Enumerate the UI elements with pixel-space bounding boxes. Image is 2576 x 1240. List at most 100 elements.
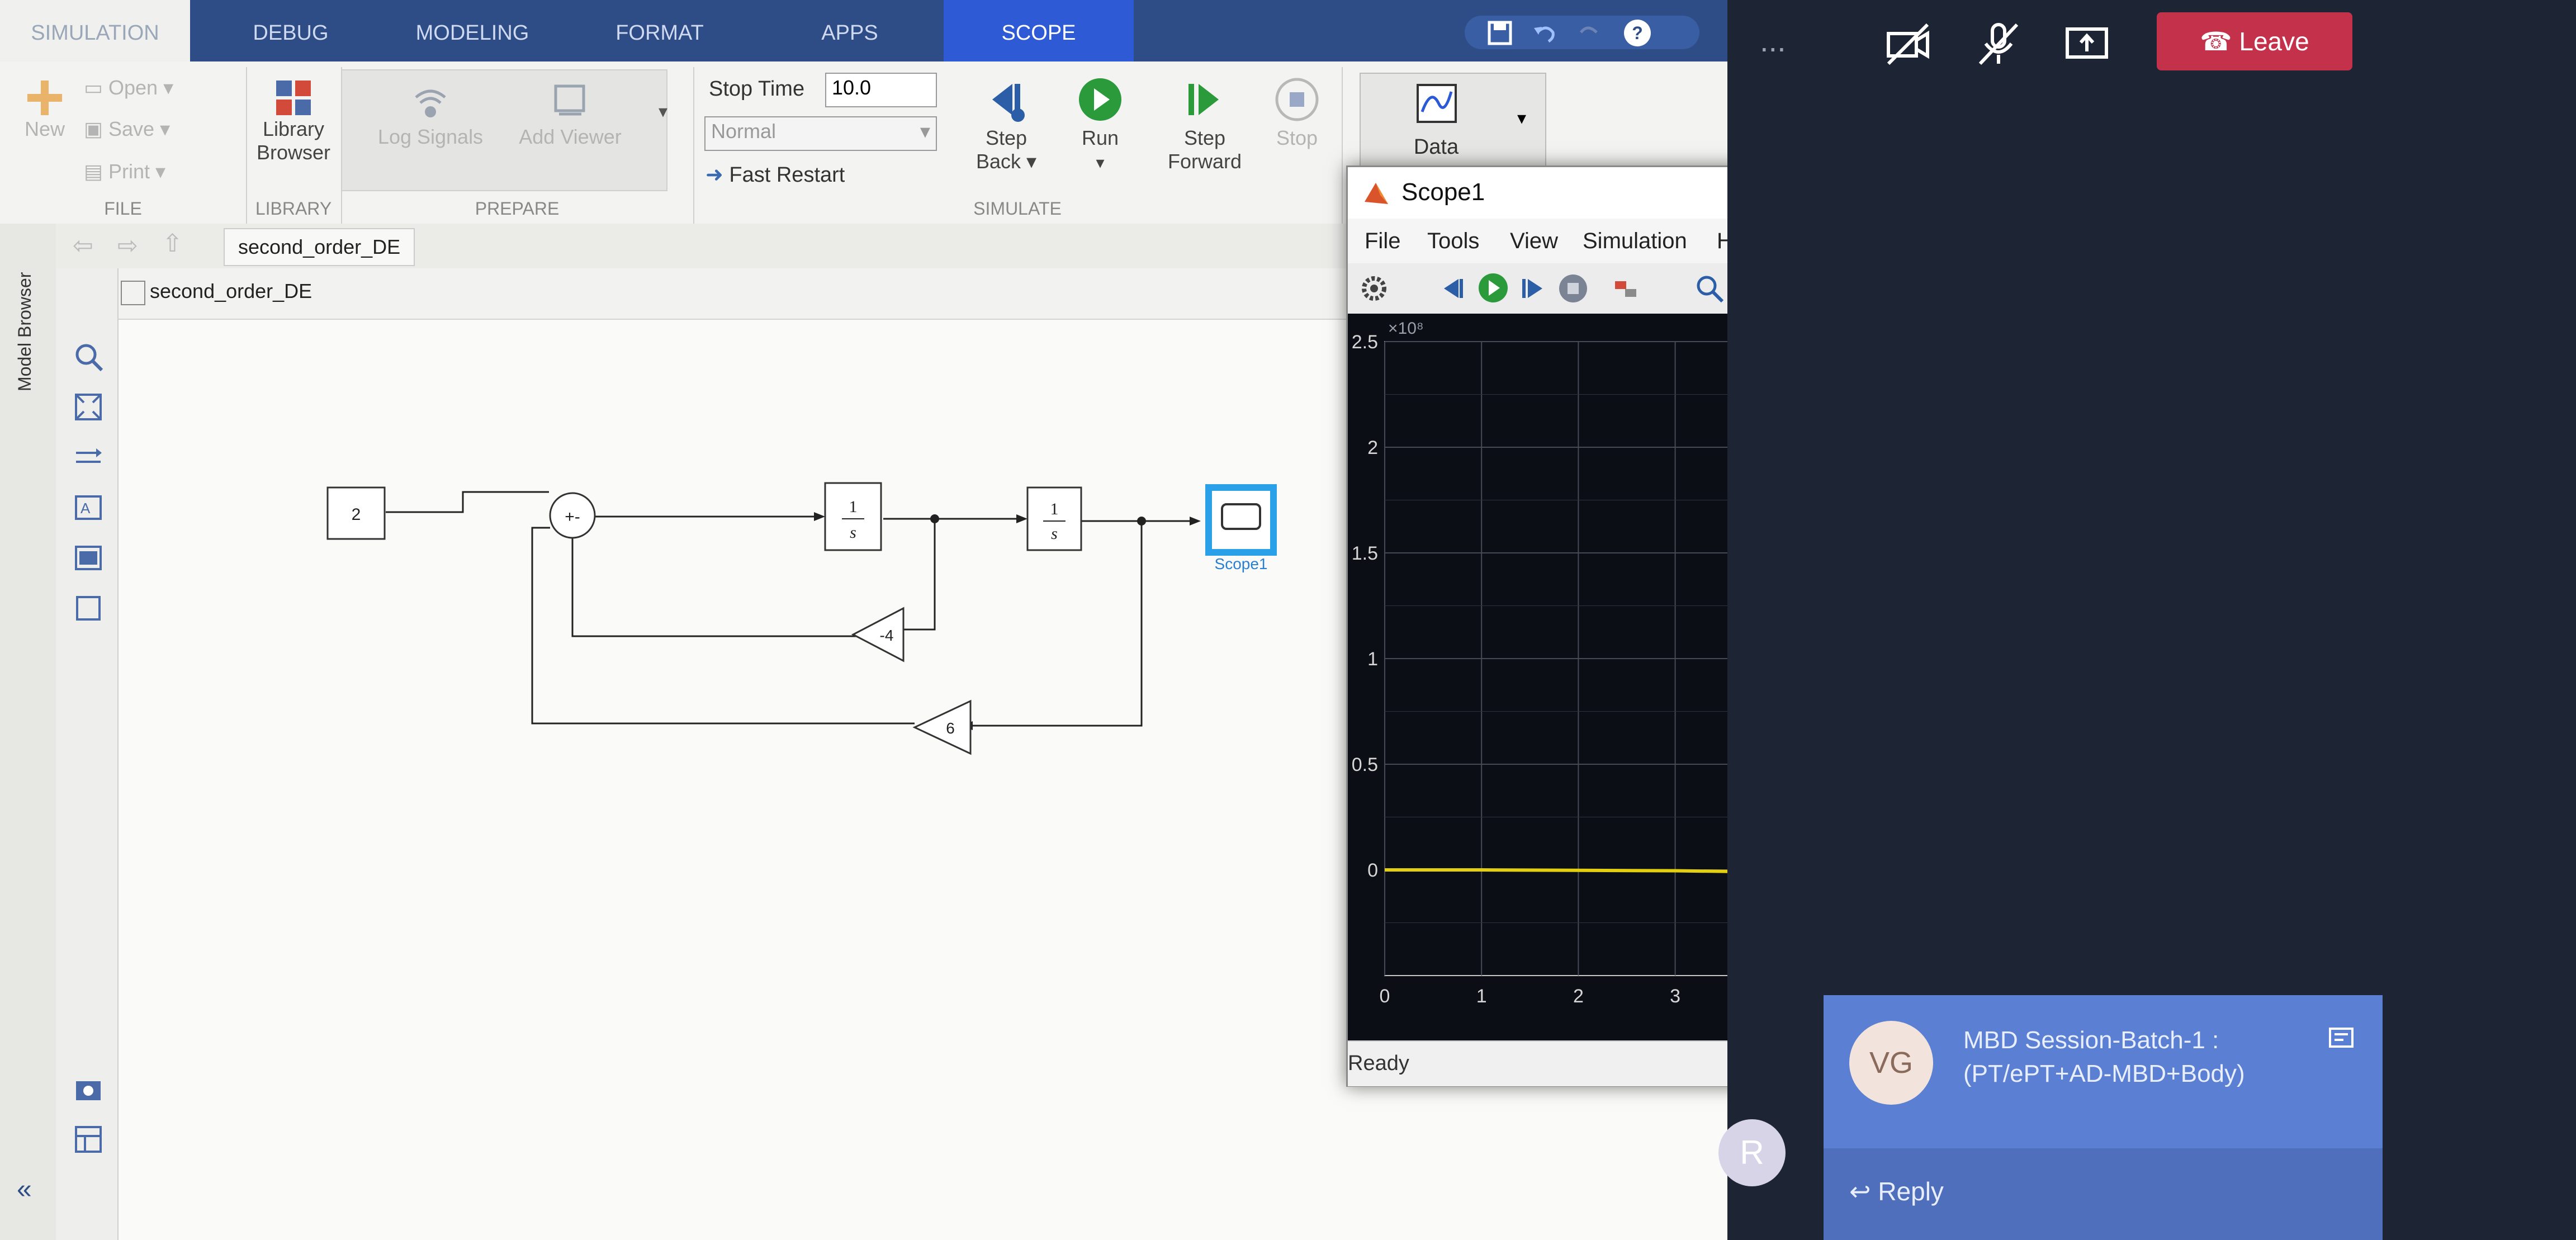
camera-off-icon[interactable]	[1883, 19, 1933, 69]
fit-to-view-icon[interactable]	[73, 391, 104, 423]
open-button[interactable]: ▭ Open ▾	[84, 76, 173, 100]
fast-restart-toggle[interactable]: ➜ Fast Restart	[705, 162, 845, 187]
reply-arrow-icon: ↩	[1849, 1177, 1878, 1206]
area-icon[interactable]	[73, 593, 104, 624]
annotation-icon[interactable]: A	[73, 492, 104, 523]
data-inspector-label: Data	[1413, 135, 1459, 159]
scope-step-back-icon[interactable]	[1437, 273, 1467, 304]
up-arrow-icon[interactable]: ⇧	[162, 229, 183, 258]
settings-gear-icon[interactable]	[1359, 273, 1389, 304]
menu-view[interactable]: View	[1510, 229, 1558, 254]
participant-avatar[interactable]: R	[1718, 1119, 1786, 1186]
scope-run-icon[interactable]	[1476, 271, 1510, 305]
menu-simulation[interactable]: Simulation	[1583, 229, 1687, 254]
x-tick-label: 1	[1476, 986, 1487, 1007]
scope-block-label: Scope1	[1215, 555, 1268, 572]
arrow-signal-icon[interactable]	[73, 442, 104, 473]
prepare-group: Log Signals Add Viewer ▾ PREPARE	[341, 67, 694, 224]
scope-step-forward-icon[interactable]	[1518, 273, 1548, 304]
step-back-icon	[992, 84, 1025, 122]
breadcrumb[interactable]: second_order_DE	[224, 228, 415, 266]
ribbon-tab-bar: SIMULATION DEBUG MODELING FORMAT APPS SC…	[0, 0, 1727, 61]
help-icon[interactable]: ?	[1622, 18, 1652, 48]
simulate-group-label: SIMULATE	[973, 198, 1062, 219]
mic-off-icon[interactable]	[1973, 19, 2024, 69]
undo-icon[interactable]	[1532, 20, 1557, 46]
reply-button[interactable]: ↩ Reply	[1849, 1176, 1944, 1206]
open-folder-icon: ▭	[84, 76, 109, 99]
constant-block[interactable]: 2	[326, 486, 386, 540]
forward-arrow-icon[interactable]: ⇨	[117, 231, 138, 260]
integrator-block-2[interactable]: 1 s	[1026, 486, 1082, 551]
add-viewer-button[interactable]: Add Viewer	[514, 81, 626, 149]
stop-icon	[1275, 78, 1319, 121]
new-button[interactable]: New	[17, 78, 73, 141]
tab-apps[interactable]: APPS	[794, 0, 906, 61]
save-button[interactable]: ▣ Save ▾	[84, 117, 170, 141]
menu-tools[interactable]: Tools	[1427, 229, 1479, 254]
y-exponent-label: ×10⁸	[1388, 319, 1424, 338]
x-tick-label: 2	[1573, 986, 1584, 1007]
save-disk-icon: ▣	[84, 117, 109, 140]
step-forward-button[interactable]: Step Forward	[1163, 76, 1247, 173]
zoom-in-icon[interactable]	[1694, 273, 1725, 304]
integrator-block-1[interactable]: 1 s	[824, 482, 882, 551]
x-tick-label: 3	[1670, 986, 1680, 1007]
save-all-icon[interactable]	[1487, 20, 1513, 46]
stop-time-input[interactable]: 10.0	[825, 73, 937, 107]
integrator-1-numerator: 1	[849, 498, 858, 516]
integrator-2-numerator: 1	[1050, 500, 1059, 518]
y-tick-label: 2.5	[1352, 332, 1378, 353]
y-tick-label: 1	[1367, 649, 1378, 670]
redo-icon[interactable]	[1576, 20, 1602, 46]
gain-block-2[interactable]: 6	[912, 699, 972, 755]
library-grid-icon	[276, 81, 311, 115]
more-options-icon[interactable]: ...	[1760, 22, 1786, 59]
zoom-icon[interactable]	[73, 341, 104, 372]
screenshot-icon[interactable]	[73, 1073, 104, 1105]
menu-file[interactable]: File	[1365, 229, 1400, 254]
property-inspector-icon[interactable]	[73, 1124, 104, 1155]
model-icon	[121, 281, 145, 305]
log-signals-button[interactable]: Log Signals	[375, 81, 486, 149]
library-browser-button[interactable]: Library Browser	[246, 78, 341, 164]
gain-block-1[interactable]: -4	[851, 607, 905, 662]
back-arrow-icon[interactable]: ⇦	[73, 231, 93, 260]
sum-block[interactable]: +-	[549, 492, 596, 539]
tab-debug[interactable]: DEBUG	[235, 0, 347, 61]
simulation-mode-select[interactable]: Normal ▾	[704, 116, 937, 151]
data-inspector-button[interactable]: Data ▾	[1360, 73, 1546, 176]
x-tick-label: 0	[1380, 986, 1390, 1007]
y-tick-label: 1.5	[1352, 543, 1378, 564]
tab-simulation[interactable]: SIMULATION	[0, 0, 190, 61]
stop-button[interactable]: Stop	[1263, 76, 1330, 150]
library-group-label: LIBRARY	[255, 198, 332, 219]
tab-format[interactable]: FORMAT	[604, 0, 716, 61]
tab-modeling[interactable]: MODELING	[414, 0, 531, 61]
data-dropdown-chevron-icon[interactable]: ▾	[1517, 107, 1526, 129]
open-chat-icon[interactable]	[2327, 1025, 2357, 1056]
scope-stop-icon[interactable]	[1557, 272, 1589, 305]
hang-up-icon: ☎	[2200, 27, 2239, 56]
highlight-block-icon[interactable]	[1611, 273, 1641, 304]
file-group-label: FILE	[104, 198, 142, 219]
y-tick-label: 0	[1367, 860, 1378, 881]
scope-window-title: Scope1	[1401, 178, 1485, 206]
leave-button[interactable]: ☎ Leave	[2157, 12, 2352, 70]
prepare-expand-chevron-icon[interactable]: ▾	[659, 101, 667, 122]
image-icon[interactable]	[73, 542, 104, 574]
toast-avatar: VG	[1849, 1021, 1933, 1105]
gain-2-value: 6	[946, 720, 955, 737]
model-browser-tab[interactable]: Model Browser	[10, 240, 38, 408]
run-button[interactable]: Run ▾	[1067, 76, 1134, 173]
tab-scope[interactable]: SCOPE	[944, 0, 1134, 61]
collapse-panel-icon[interactable]: «	[17, 1174, 32, 1205]
share-screen-icon[interactable]	[2062, 19, 2112, 69]
print-button[interactable]: ▤ Print ▾	[84, 160, 165, 183]
log-signals-icon	[415, 89, 446, 117]
simulate-group: Stop Time 10.0 Normal ▾ ➜ Fast Restart St…	[693, 67, 1343, 224]
scope-block[interactable]: Scope1	[1205, 484, 1277, 572]
toast-subtitle: (PT/ePT+AD-MBD+Body)	[1963, 1060, 2245, 1087]
canvas-toolbar: A	[56, 268, 119, 1240]
step-back-button[interactable]: Step Back ▾	[967, 76, 1045, 173]
